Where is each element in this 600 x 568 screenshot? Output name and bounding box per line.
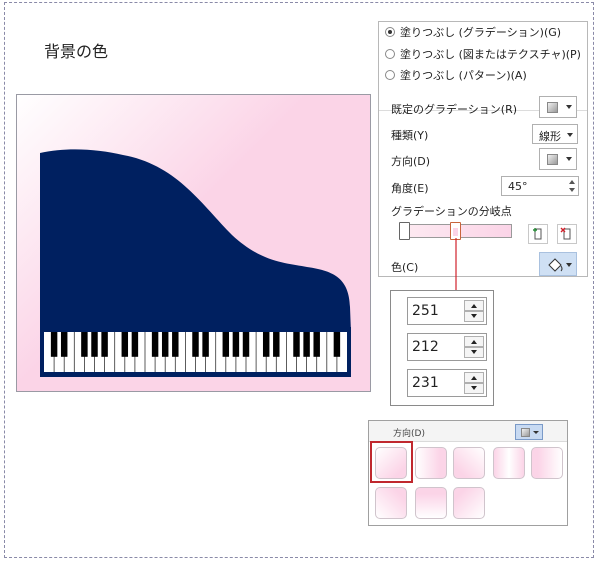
- spin-up-icon[interactable]: [569, 180, 575, 184]
- option-gradient-fill[interactable]: 塗りつぶし (グラデーション)(G): [385, 24, 561, 40]
- chevron-down-icon: [566, 157, 572, 161]
- direction-tile-up[interactable]: [415, 487, 447, 519]
- blue-spinner[interactable]: [464, 372, 484, 394]
- page-title: 背景の色: [44, 42, 109, 61]
- radio-icon[interactable]: [385, 27, 395, 37]
- black-key: [202, 332, 209, 357]
- direction-gallery-label: 方向(D): [393, 429, 425, 439]
- preset-gradient-label: 既定のグラデーション(R): [391, 103, 518, 116]
- red-value-field[interactable]: 251: [407, 297, 487, 325]
- type-value: 線形: [539, 130, 561, 143]
- black-key: [273, 332, 280, 357]
- piano-lid: [40, 149, 351, 333]
- black-key: [131, 332, 139, 357]
- spin-up-icon[interactable]: [464, 372, 484, 383]
- spin-down-icon[interactable]: [464, 383, 484, 394]
- radio-icon[interactable]: [385, 49, 395, 59]
- black-key: [60, 332, 68, 357]
- direction-tile-diagonal-up-right[interactable]: [375, 487, 407, 519]
- green-value-field[interactable]: 212: [407, 333, 487, 361]
- direction-button[interactable]: [539, 148, 577, 170]
- black-key: [161, 332, 169, 357]
- direction-gallery-header: 方向(D): [369, 421, 567, 442]
- color-label: 色(C): [391, 261, 419, 274]
- blue-value: 231: [412, 375, 439, 391]
- black-key: [172, 332, 179, 357]
- spin-down-icon[interactable]: [464, 347, 484, 358]
- black-key: [232, 332, 240, 357]
- gradient-stops-label: グラデーションの分岐点: [391, 205, 512, 218]
- direction-label: 方向(D): [391, 155, 431, 168]
- add-stop-icon: [533, 228, 542, 240]
- spin-down-icon[interactable]: [464, 311, 484, 322]
- piano-illustration: [40, 149, 351, 377]
- option-label: 塗りつぶし (図またはテクスチャ)(P): [400, 48, 581, 61]
- selected-direction-highlight: [370, 441, 413, 483]
- radio-icon[interactable]: [385, 70, 395, 80]
- black-key: [293, 332, 300, 357]
- chevron-down-icon: [567, 133, 573, 137]
- black-key: [151, 332, 159, 357]
- black-key: [242, 332, 250, 357]
- direction-tile-diagonal-down-left[interactable]: [453, 447, 485, 479]
- option-label: 塗りつぶし (グラデーション)(G): [400, 26, 562, 39]
- black-key: [303, 332, 310, 357]
- angle-value: 45°: [508, 180, 528, 193]
- black-key: [121, 332, 129, 357]
- blue-value-field[interactable]: 231: [407, 369, 487, 397]
- direction-tile-right[interactable]: [415, 447, 447, 479]
- gradient-swatch-icon: [547, 102, 558, 113]
- spin-up-icon[interactable]: [464, 336, 484, 347]
- gradient-swatch-icon: [521, 428, 530, 437]
- chevron-down-icon: [566, 105, 572, 109]
- add-stop-button[interactable]: [528, 224, 548, 244]
- black-key: [313, 332, 320, 357]
- green-spinner[interactable]: [464, 336, 484, 358]
- color-picker-button[interactable]: [539, 252, 577, 276]
- chevron-down-icon: [533, 431, 539, 434]
- stop-fill: [453, 228, 458, 236]
- spin-up-icon[interactable]: [464, 300, 484, 311]
- stop-fill: [402, 228, 407, 236]
- red-spinner[interactable]: [464, 300, 484, 322]
- spin-down-icon[interactable]: [569, 188, 575, 192]
- gradient-swatch-icon: [547, 154, 558, 165]
- remove-stop-icon: [560, 227, 571, 240]
- black-key: [50, 332, 58, 357]
- type-label: 種類(Y): [391, 129, 429, 142]
- black-key: [81, 332, 88, 357]
- chevron-down-icon: [566, 263, 572, 267]
- option-picture-fill[interactable]: 塗りつぶし (図またはテクスチャ)(P): [385, 46, 581, 62]
- angle-input[interactable]: 45°: [501, 176, 579, 196]
- black-key: [101, 332, 108, 357]
- slide-preview: [16, 94, 371, 392]
- gradient-stop-left[interactable]: [399, 222, 410, 240]
- angle-label: 角度(E): [391, 182, 429, 195]
- black-key: [333, 332, 341, 357]
- option-label: 塗りつぶし (パターン)(A): [400, 69, 527, 82]
- remove-stop-button[interactable]: [557, 224, 577, 244]
- rgb-values-panel: 251 212 231: [390, 290, 494, 406]
- type-select[interactable]: 線形: [532, 124, 578, 144]
- paint-bucket-icon: [548, 258, 563, 272]
- black-key: [192, 332, 199, 357]
- option-pattern-fill[interactable]: 塗りつぶし (パターン)(A): [385, 67, 527, 83]
- direction-tile-left[interactable]: [531, 447, 563, 479]
- black-key: [262, 332, 270, 357]
- red-value: 251: [412, 303, 439, 319]
- black-key: [222, 332, 230, 357]
- direction-tile-horizontal-center[interactable]: [493, 447, 525, 479]
- black-keys: [50, 332, 341, 357]
- direction-dropdown-button[interactable]: [515, 424, 543, 440]
- green-value: 212: [412, 339, 439, 355]
- preset-gradient-button[interactable]: [539, 96, 577, 118]
- black-key: [91, 332, 98, 357]
- direction-tile-diagonal-up-left[interactable]: [453, 487, 485, 519]
